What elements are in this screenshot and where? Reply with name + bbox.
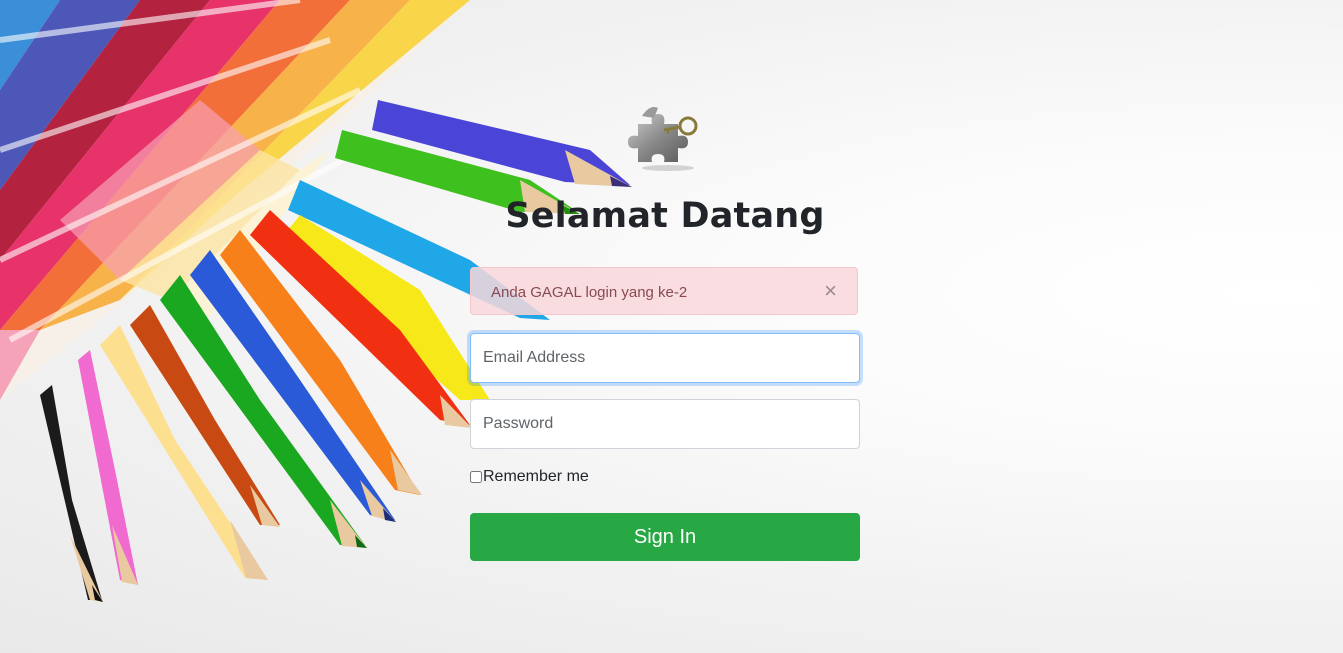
sign-in-button[interactable]: Sign In bbox=[470, 513, 860, 561]
remember-me-label: Remember me bbox=[483, 468, 589, 485]
close-icon[interactable]: × bbox=[824, 280, 837, 302]
puzzle-key-icon bbox=[628, 96, 708, 172]
alert-message: Anda GAGAL login yang ke-2 bbox=[491, 284, 688, 301]
remember-me-checkbox[interactable] bbox=[470, 471, 482, 483]
login-error-alert: Anda GAGAL login yang ke-2 × bbox=[470, 267, 858, 315]
page-title: Selamat Datang bbox=[505, 196, 825, 236]
remember-me[interactable]: Remember me bbox=[470, 468, 589, 486]
email-field[interactable] bbox=[470, 333, 860, 383]
password-field[interactable] bbox=[470, 399, 860, 449]
